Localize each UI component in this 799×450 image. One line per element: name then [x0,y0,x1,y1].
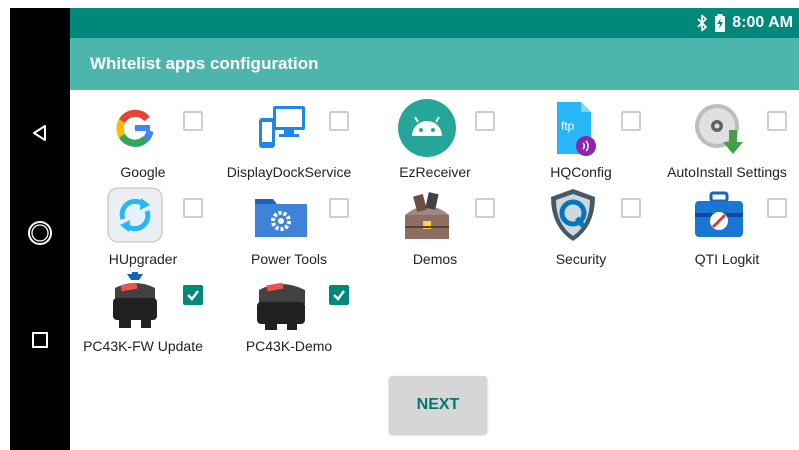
toolbox-icon [689,185,749,245]
app-item[interactable]: PC43K-FW Update [70,266,216,356]
app-label: Google [120,164,166,180]
app-checkbox[interactable] [183,285,203,305]
app-label: Power Tools [250,251,327,267]
recents-button[interactable] [10,320,70,360]
battery-charging-icon [715,14,726,32]
app-item[interactable]: HUpgrader [70,179,216,269]
app-checkbox[interactable] [329,198,349,218]
app-label: DisplayDockService [226,164,352,180]
back-icon [33,125,46,141]
app-label: PC43K-Demo [245,338,333,354]
app-checkbox[interactable] [621,111,641,131]
app-checkbox[interactable] [329,111,349,131]
android-icon [397,98,457,158]
app-item[interactable]: Demos [362,179,508,269]
bluetooth-icon [697,14,708,32]
ftp-file-icon: ftp [543,98,603,158]
back-button[interactable] [10,113,70,153]
status-time: 8:00 AM [732,14,793,31]
printer-icon [251,272,311,332]
app-item[interactable]: Security [508,179,654,269]
home-button[interactable] [10,213,70,253]
app-checkbox[interactable] [183,198,203,218]
app-checkbox[interactable] [183,111,203,131]
gear-folder-icon [251,185,311,245]
app-label: HUpgrader [108,251,178,267]
app-item[interactable]: EzReceiver [362,92,508,182]
google-icon [105,98,165,158]
app-label: Security [555,251,607,267]
app-label: HQConfig [550,164,612,180]
recents-icon [32,332,48,348]
checkmark-icon [187,290,199,301]
app-label: QTI Logkit [694,251,760,267]
app-checkbox[interactable] [329,285,349,305]
app-item[interactable]: AutoInstall Settings [654,92,799,182]
frame-left [0,0,10,450]
refresh-circle-icon [105,185,165,245]
app-label: AutoInstall Settings [667,164,787,180]
app-label: EzReceiver [399,164,471,180]
app-item[interactable]: Power Tools [216,179,362,269]
app-item[interactable]: PC43K-Demo [216,266,362,356]
app-bar: Whitelist apps configuration [70,38,799,90]
app-item[interactable]: QTI Logkit [654,179,799,269]
app-checkbox[interactable] [621,198,641,218]
printer-update-icon [105,272,165,332]
app-item[interactable]: DisplayDockService [216,92,362,182]
app-checkbox[interactable] [475,198,495,218]
q-shield-icon [543,185,603,245]
app-item[interactable]: Google [70,92,216,182]
disc-download-icon [689,98,749,158]
app-label: PC43K-FW Update [83,338,203,354]
app-checkbox[interactable] [767,198,787,218]
app-checkbox[interactable] [475,111,495,131]
treasure-chest-icon [397,185,457,245]
page-title: Whitelist apps configuration [90,54,319,73]
app-label: Demos [412,251,458,267]
app-checkbox[interactable] [767,111,787,131]
home-icon [28,221,52,245]
app-item[interactable]: ftp HQConfig [508,92,654,182]
next-button[interactable]: NEXT [389,376,487,434]
checkmark-icon [333,290,345,301]
display-dock-icon [251,98,311,158]
status-bar: 8:00 AM [70,8,799,38]
svg-text:ftp: ftp [561,119,575,133]
navigation-bar [10,8,70,450]
frame-top [0,0,799,8]
